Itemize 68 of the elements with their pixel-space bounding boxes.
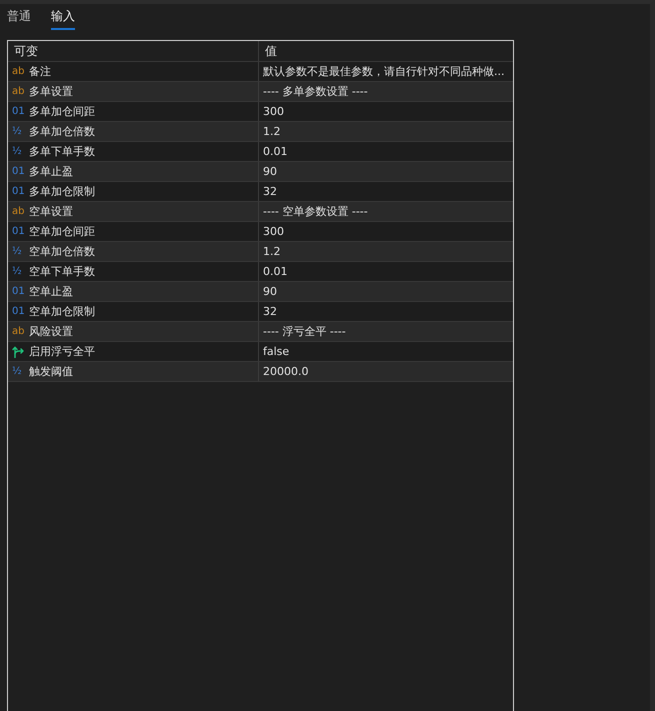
parameter-name: 多单设置: [29, 84, 73, 99]
table-row[interactable]: 启用浮亏全平 false: [8, 341, 513, 361]
parameter-name: 启用浮亏全平: [29, 344, 95, 359]
parameter-name: 多单止盈: [29, 164, 73, 179]
parameter-name: 空单加仓倍数: [29, 244, 95, 259]
branch-arrow-icon: [12, 346, 24, 358]
type-icon: ab: [12, 206, 24, 218]
parameter-name: 空单设置: [29, 204, 73, 219]
table-row[interactable]: ½ 空单加仓倍数 1.2: [8, 241, 513, 261]
tab[interactable]: 输入: [51, 8, 75, 30]
table-row[interactable]: 01 空单止盈 90: [8, 281, 513, 301]
parameter-value: 300: [263, 225, 284, 238]
parameter-name: 多单加仓间距: [29, 104, 95, 119]
type-icon: ½: [12, 126, 24, 138]
table-row[interactable]: ½ 触发阈值 20000.0: [8, 361, 513, 382]
column-header: 可变: [13, 42, 38, 60]
type-icon: ab: [12, 66, 24, 78]
table-row[interactable]: 01 多单加仓限制 32: [8, 181, 513, 201]
type-icon: 01: [12, 166, 24, 178]
parameter-value: 1.2: [263, 125, 280, 138]
type-icon: 01: [12, 106, 24, 118]
parameter-name: 空单加仓限制: [29, 304, 95, 319]
type-icon: ½: [12, 146, 24, 158]
table-row[interactable]: ½ 空单下单手数 0.01: [8, 261, 513, 281]
table-row[interactable]: 01 空单加仓间距 300: [8, 221, 513, 241]
parameter-value: 0.01: [263, 145, 288, 158]
parameter-value: ---- 多单参数设置 ----: [263, 84, 368, 99]
parameter-name: 触发阈值: [29, 364, 73, 379]
type-icon: ab: [12, 86, 24, 98]
type-icon: ½: [12, 366, 24, 378]
parameter-value: ---- 浮亏全平 ----: [263, 324, 346, 339]
table-row[interactable]: 01 空单加仓限制 32: [8, 301, 513, 321]
parameter-name: 空单止盈: [29, 284, 73, 299]
parameter-value: 20000.0: [263, 365, 308, 378]
parameter-name: 空单下单手数: [29, 264, 95, 279]
parameter-value: 90: [263, 285, 277, 298]
parameter-name: 风险设置: [29, 324, 73, 339]
table-row[interactable]: ab 多单设置 ---- 多单参数设置 ----: [8, 81, 513, 101]
parameter-name: 多单加仓倍数: [29, 124, 95, 139]
parameter-name: 空单加仓间距: [29, 224, 95, 239]
parameter-value: 300: [263, 105, 284, 118]
type-icon: 01: [12, 226, 24, 238]
table-row[interactable]: 01 多单止盈 90: [8, 161, 513, 181]
table-row[interactable]: ½ 多单下单手数 0.01: [8, 141, 513, 161]
parameter-value: 默认参数不是最佳参数，请自行针对不同品种做...: [263, 64, 504, 79]
type-icon: ½: [12, 266, 24, 278]
parameter-value: 0.01: [263, 265, 288, 278]
parameter-value: ---- 空单参数设置 ----: [263, 204, 368, 219]
table-row[interactable]: 01 多单加仓间距 300: [8, 101, 513, 121]
table-row[interactable]: ab 备注 默认参数不是最佳参数，请自行针对不同品种做...: [8, 61, 513, 81]
parameter-value: false: [263, 345, 290, 358]
parameter-name: 备注: [29, 64, 51, 79]
column-header: 值: [264, 42, 277, 60]
type-icon: ½: [12, 246, 24, 258]
parameter-value: 90: [263, 165, 277, 178]
parameter-name: 多单加仓限制: [29, 184, 95, 199]
table-row[interactable]: ab 空单设置 ---- 空单参数设置 ----: [8, 201, 513, 221]
parameter-value: 32: [263, 185, 277, 198]
parameter-value: 32: [263, 305, 277, 318]
type-icon: ab: [12, 326, 24, 338]
type-icon: 01: [12, 306, 24, 318]
type-icon: 01: [12, 186, 24, 198]
table-row[interactable]: ½ 多单加仓倍数 1.2: [8, 121, 513, 141]
parameter-name: 多单下单手数: [29, 144, 95, 159]
parameter-value: 1.2: [263, 245, 280, 258]
tab[interactable]: 普通: [7, 8, 31, 30]
type-icon: 01: [12, 286, 24, 298]
table-row[interactable]: ab 风险设置 ---- 浮亏全平 ----: [8, 321, 513, 341]
